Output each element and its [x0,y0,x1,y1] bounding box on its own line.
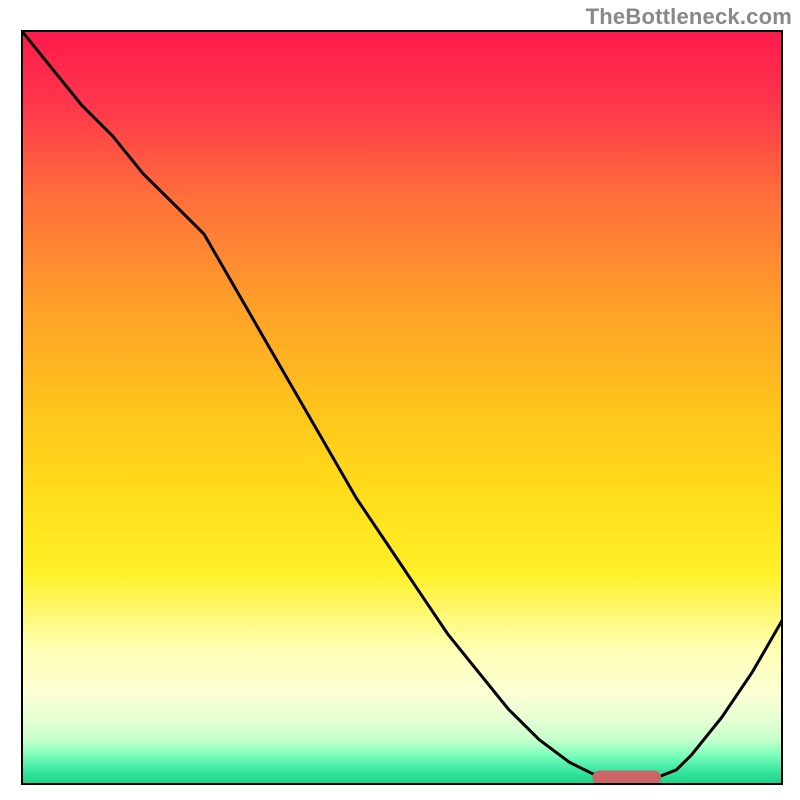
chart-container: TheBottleneck.com [0,0,800,800]
attribution-text: TheBottleneck.com [586,4,792,30]
plot-area [21,30,783,785]
bottleneck-curve [21,30,783,778]
curve-svg [21,30,783,785]
sweet-spot-marker [593,771,662,785]
